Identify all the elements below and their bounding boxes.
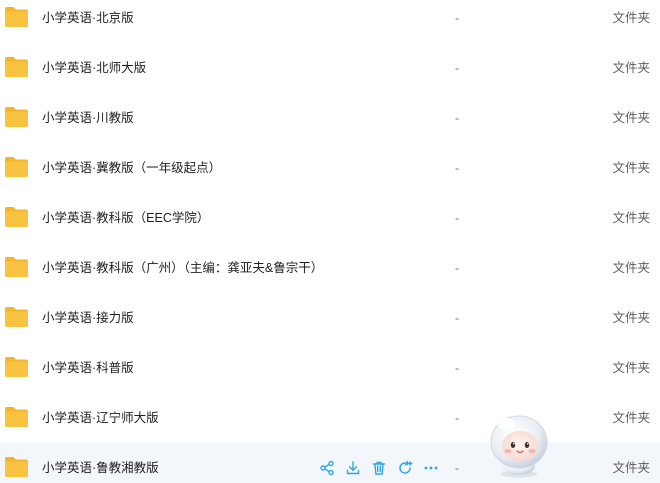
sync-icon[interactable] (396, 459, 414, 477)
file-type: 文件夹 (612, 361, 650, 375)
file-size: - (455, 61, 459, 75)
file-name[interactable]: 小学英语·北京版 (42, 0, 134, 43)
file-name[interactable]: 小学英语·教科版（EEC学院） (42, 193, 209, 243)
more-icon[interactable] (422, 459, 440, 477)
delete-icon[interactable] (370, 459, 388, 477)
file-row[interactable]: 小学英语·北京版 - 文件夹 (0, 0, 660, 43)
file-size: - (455, 411, 459, 425)
file-size: - (455, 11, 459, 25)
folder-icon (4, 406, 29, 428)
folder-icon (4, 106, 29, 128)
file-row[interactable]: 小学英语·辽宁师大版 - 文件夹 (0, 393, 660, 443)
file-size: - (455, 111, 459, 125)
folder-icon (4, 6, 29, 28)
file-size: - (455, 461, 459, 475)
file-size: - (455, 211, 459, 225)
file-row[interactable]: 小学英语·科普版 - 文件夹 (0, 343, 660, 393)
folder-icon (4, 156, 29, 178)
folder-icon (4, 306, 29, 328)
file-name[interactable]: 小学英语·冀教版（一年级起点） (42, 143, 221, 193)
folder-icon (4, 206, 29, 228)
file-size: - (455, 261, 459, 275)
folder-icon (4, 456, 29, 478)
file-row[interactable]: 小学英语·教科版（广州）（主编：龚亚夫&鲁宗干） - 文件夹 (0, 243, 660, 293)
row-actions (318, 457, 440, 479)
file-name[interactable]: 小学英语·鲁教湘教版 (42, 443, 159, 483)
file-row[interactable]: 小学英语·北师大版 - 文件夹 (0, 43, 660, 93)
file-row[interactable]: 小学英语·接力版 - 文件夹 (0, 293, 660, 343)
folder-icon (4, 356, 29, 378)
file-row[interactable]: 小学英语·教科版（EEC学院） - 文件夹 (0, 193, 660, 243)
file-type: 文件夹 (612, 61, 650, 75)
file-row[interactable]: 小学英语·川教版 - 文件夹 (0, 93, 660, 143)
file-name[interactable]: 小学英语·接力版 (42, 293, 134, 343)
file-name[interactable]: 小学英语·教科版（广州）（主编：龚亚夫&鲁宗干） (42, 243, 323, 293)
file-list: 小学英语·北京版 - 文件夹 小学英语·北师大版 - 文件夹 小学英语·川教版 … (0, 0, 660, 483)
download-icon[interactable] (344, 459, 362, 477)
file-type: 文件夹 (612, 411, 650, 425)
file-name[interactable]: 小学英语·北师大版 (42, 43, 146, 93)
folder-icon (4, 56, 29, 78)
file-type: 文件夹 (612, 461, 650, 475)
file-type: 文件夹 (612, 211, 650, 225)
file-size: - (455, 161, 459, 175)
file-size: - (455, 361, 459, 375)
file-type: 文件夹 (612, 111, 650, 125)
file-type: 文件夹 (612, 161, 650, 175)
file-type: 文件夹 (612, 11, 650, 25)
mascot-assistant-icon[interactable] (486, 410, 552, 480)
share-icon[interactable] (318, 459, 336, 477)
file-size: - (455, 311, 459, 325)
file-type: 文件夹 (612, 261, 650, 275)
file-row-hovered[interactable]: 小学英语·鲁教湘教版 - 文件夹 (0, 443, 660, 483)
file-name[interactable]: 小学英语·科普版 (42, 343, 134, 393)
file-name[interactable]: 小学英语·辽宁师大版 (42, 393, 159, 443)
file-row[interactable]: 小学英语·冀教版（一年级起点） - 文件夹 (0, 143, 660, 193)
file-type: 文件夹 (612, 311, 650, 325)
folder-icon (4, 256, 29, 278)
file-name[interactable]: 小学英语·川教版 (42, 93, 134, 143)
